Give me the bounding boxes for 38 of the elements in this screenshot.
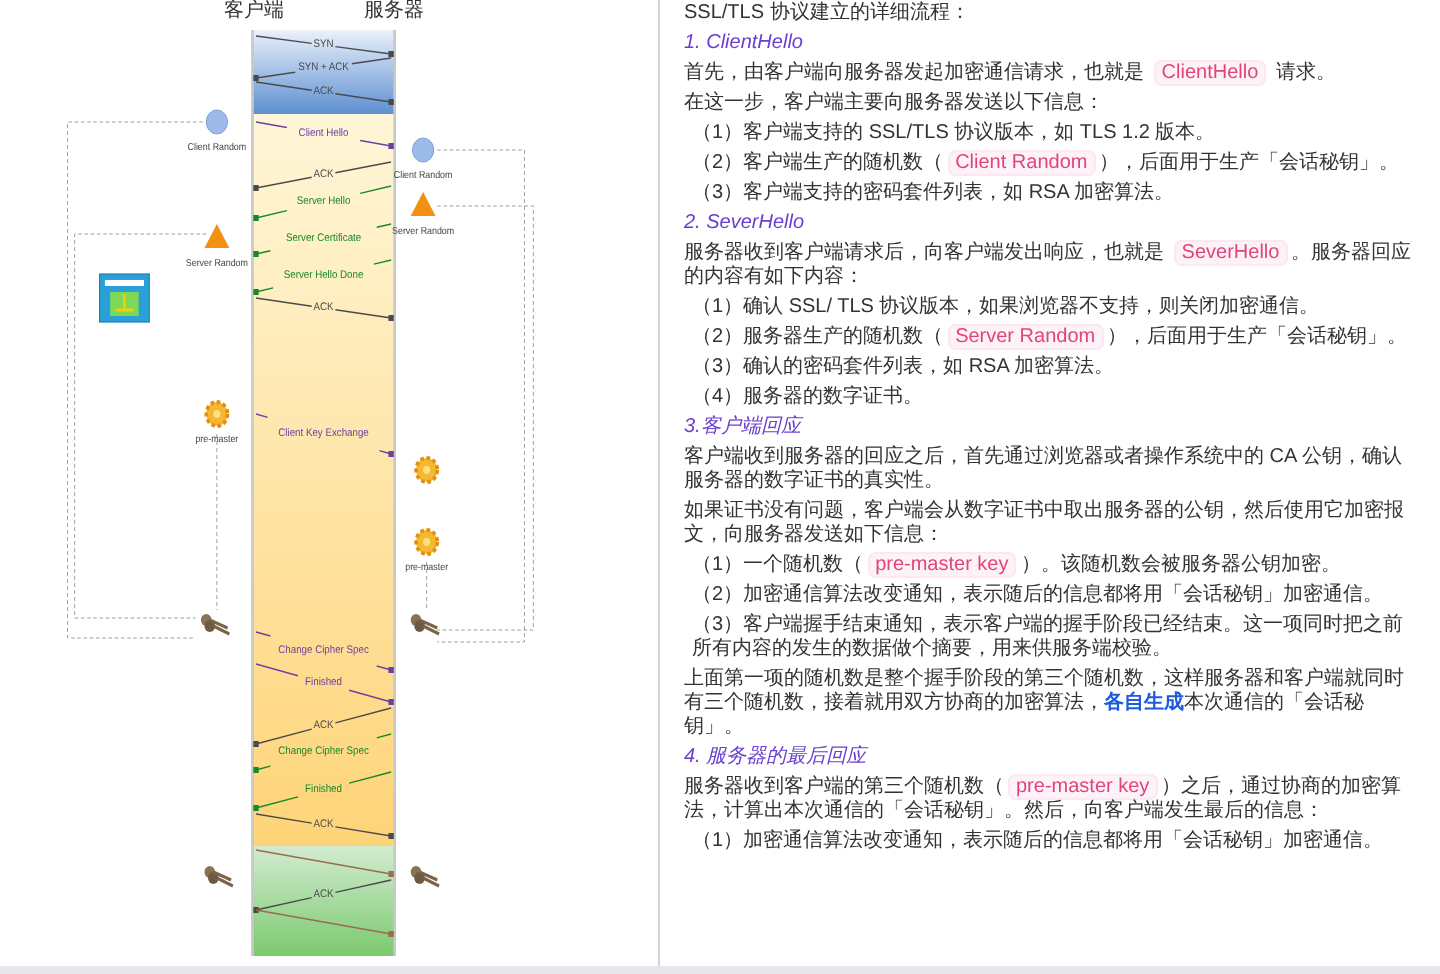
list-item: （2）加密通信算法改变通知，表示随后的信息都将用「会话秘钥」加密通信。 [690, 584, 1386, 608]
paragraph: 如果证书没有问题，客户端会从数字证书中取出服务器的公钥，然后使用它加密报文，向服务器发送如下信息： [684, 500, 1406, 548]
keys-icon [410, 614, 441, 636]
list-item: （3）客户端支持的密码套件列表，如 RSA 加密算法。 [690, 182, 1177, 206]
paragraph: 在这一步，客户端主要向服务器发送以下信息： [684, 92, 1106, 116]
list-item: （4）服务器的数字证书。 [690, 386, 926, 410]
sphere-icon [205, 109, 229, 135]
gear-icon [204, 400, 230, 428]
section-heading: 3.客户端回应 [684, 416, 806, 440]
data-band [252, 846, 395, 956]
list-item: （2）服务器生产的随机数（ Server Random ），后面用于生产「会话秘钥」。 [690, 326, 1410, 350]
paragraph: 上面第一项的随机数是整个握手阶段的第三个随机数，这样服务器和客户端就同时有三个随机数，接着就用双方协商的加密算法，各自生成本次通信的「会话秘钥」。 [684, 668, 1406, 740]
paragraph: 首先，由客户端向服务器发起加密通信请求，也就是 ClientHello 请求。 [684, 62, 1338, 86]
list-item: （1）客户端支持的 SSL/TLS 协议版本，如 TLS 1.2 版本。 [690, 122, 1218, 146]
list-item: （3）确认的密码套件列表，如 RSA 加密算法。 [690, 356, 1117, 380]
section-heading: 4. 服务器的最后回应 [684, 746, 871, 770]
keys-icon [200, 614, 231, 636]
list-item: （1）一个随机数（ pre-master key ）。该随机数会被服务器公钥加密。 [690, 554, 1343, 578]
certificate-icon [99, 273, 150, 323]
paragraph: 服务器收到客户端请求后，向客户端发出响应，也就是 SeverHello 。服务器回应的内容有如下内容： [684, 242, 1414, 290]
section-heading: 1. ClientHello [684, 32, 805, 56]
list-item: （1）加密通信算法改变通知，表示随后的信息都将用「会话秘钥」加密通信。 [690, 830, 1386, 854]
paragraph: 服务器收到客户端的第三个随机数（ pre-master key ）之后，通过协商的加密算法，计算出本次通信的「会话秘钥」。然后，向客户端发生最后的信息： [684, 776, 1404, 824]
paragraph: SSL/TLS 协议建立的详细流程： [684, 2, 972, 26]
gear-icon [414, 528, 440, 556]
list-item: （1）确认 SSL/ TLS 协议版本，如果浏览器不支持，则关闭加密通信。 [690, 296, 1322, 320]
sphere-icon [411, 137, 435, 163]
connection-band [252, 30, 395, 114]
keys-icon [410, 866, 441, 888]
server-label: 服务器 [364, 0, 424, 24]
paragraph: 客户端收到服务器的回应之后，首先通过浏览器或者操作系统中的 CA 公钥，确认服务器的数字证书的真实性。 [684, 446, 1404, 494]
keys-icon [204, 866, 235, 888]
list-item: （2）客户端生产的随机数（ Client Random ），后面用于生产「会话秘钥」。 [690, 152, 1402, 176]
gear-icon [414, 456, 440, 484]
triangle-icon [410, 192, 436, 216]
list-item: （3）客户端握手结束通知，表示客户端的握手阶段已经结束。这一项同时把之前所有内容的发生的数据做个摘要，用来供服务端校验。 [690, 614, 1406, 662]
section-heading: 2. SeverHello [684, 212, 807, 236]
triangle-icon [204, 224, 230, 248]
